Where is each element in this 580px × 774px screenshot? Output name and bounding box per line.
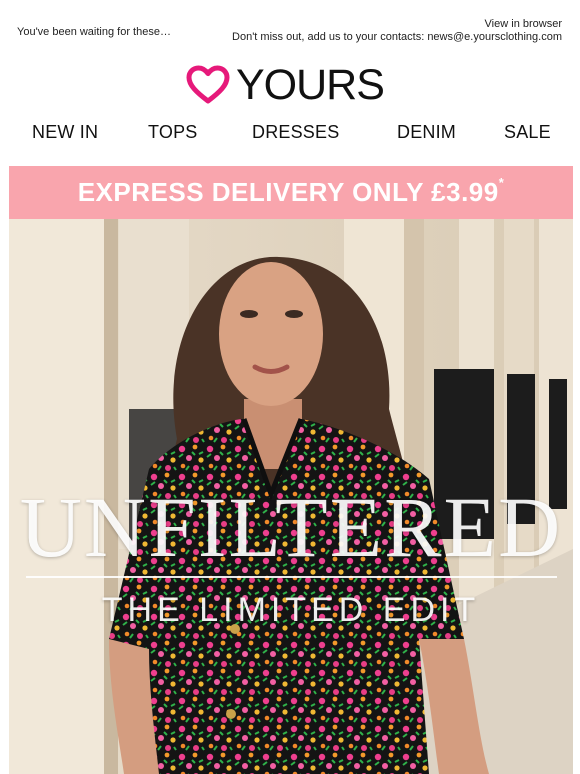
- view-in-browser-link[interactable]: View in browser: [485, 18, 562, 30]
- hero-divider: [26, 576, 557, 578]
- nav-item-tops[interactable]: TOPS: [148, 122, 197, 143]
- nav-item-dresses[interactable]: DRESSES: [252, 122, 339, 143]
- nav-item-sale[interactable]: SALE: [504, 122, 551, 143]
- preheader: You've been waiting for these… View in b…: [0, 0, 580, 50]
- preheader-tagline: You've been waiting for these…: [17, 26, 171, 38]
- heart-icon: [186, 65, 230, 104]
- main-nav: NEW IN TOPS DRESSES DENIM SALE: [0, 122, 580, 148]
- add-contacts-link[interactable]: Don't miss out, add us to your contacts:…: [232, 31, 562, 43]
- delivery-banner-text: EXPRESS DELIVERY ONLY £3.99*: [77, 175, 505, 207]
- hero-banner[interactable]: UNFILTERED THE LIMITED EDIT: [9, 219, 573, 774]
- nav-item-denim[interactable]: DENIM: [397, 122, 456, 143]
- hero-title: UNFILTERED: [19, 479, 563, 575]
- email-page: You've been waiting for these… View in b…: [0, 0, 580, 774]
- brand-name: YOURS: [236, 61, 385, 109]
- hero-subtitle: THE LIMITED EDIT: [101, 591, 481, 629]
- brand-logo[interactable]: YOURS: [186, 62, 396, 108]
- preheader-links: View in browser Don't miss out, add us t…: [232, 18, 562, 44]
- nav-item-new-in[interactable]: NEW IN: [32, 122, 98, 143]
- delivery-banner[interactable]: EXPRESS DELIVERY ONLY £3.99*: [9, 166, 573, 219]
